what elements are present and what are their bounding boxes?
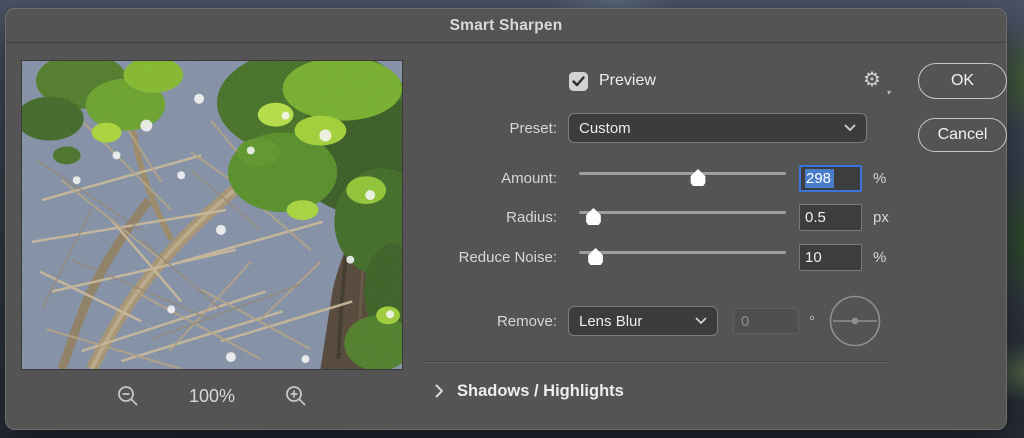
reduce-noise-unit-label: %	[873, 249, 886, 266]
reduce-noise-slider[interactable]	[579, 243, 786, 271]
angle-input-disabled: 0	[733, 308, 799, 334]
chevron-down-icon	[844, 124, 856, 132]
preview-checkbox[interactable]	[569, 72, 588, 91]
radius-label: Radius:	[421, 209, 557, 226]
remove-dropdown[interactable]: Lens Blur	[568, 306, 718, 336]
settings-menu-button[interactable]: ⚙ ▾	[863, 69, 891, 95]
radius-slider-track[interactable]	[579, 211, 786, 214]
gear-icon: ⚙	[863, 69, 881, 91]
section-divider	[421, 361, 891, 362]
amount-slider[interactable]	[579, 164, 786, 192]
cancel-button[interactable]: Cancel	[918, 118, 1007, 152]
checkmark-icon	[572, 76, 585, 87]
amount-row: Amount: 298 %	[421, 164, 891, 192]
preset-dropdown[interactable]: Custom	[568, 113, 867, 143]
zoom-in-icon[interactable]	[284, 384, 308, 408]
zoom-level-label: 100%	[186, 386, 238, 407]
reduce-noise-value-field[interactable]: 10	[799, 244, 862, 271]
amount-value-text: 298	[805, 169, 834, 188]
radius-slider[interactable]	[579, 203, 786, 231]
settings-panel: Preview ⚙ ▾ Preset: Custom Amount: 298	[421, 51, 891, 423]
chevron-down-icon	[695, 317, 707, 325]
chevron-right-icon	[435, 384, 444, 398]
amount-slider-track[interactable]	[579, 172, 786, 175]
preset-label: Preset:	[421, 120, 557, 137]
zoom-out-icon[interactable]	[116, 384, 140, 408]
dialog-title: Smart Sharpen	[6, 9, 1006, 43]
reduce-noise-slider-track[interactable]	[579, 251, 786, 254]
preset-dropdown-value: Custom	[579, 120, 838, 137]
radius-value-field[interactable]: 0.5	[799, 204, 862, 231]
reduce-noise-row: Reduce Noise: 10 %	[421, 243, 891, 271]
preset-row: Preset: Custom	[421, 113, 891, 143]
preview-checkbox-label: Preview	[599, 72, 656, 90]
radius-row: Radius: 0.5 px	[421, 203, 891, 231]
amount-unit-label: %	[873, 170, 886, 187]
remove-dropdown-value: Lens Blur	[579, 313, 689, 330]
amount-value-field[interactable]: 298	[799, 165, 862, 192]
tree-branches-preview-image	[22, 61, 402, 369]
ok-button[interactable]: OK	[918, 63, 1007, 99]
gear-caret-icon: ▾	[887, 88, 891, 97]
shadows-highlights-disclosure[interactable]: Shadows / Highlights	[421, 377, 891, 405]
reduce-noise-value-text: 10	[805, 249, 822, 266]
reduce-noise-label: Reduce Noise:	[421, 249, 557, 266]
preview-zoom-controls: 100%	[21, 381, 403, 411]
degree-symbol: °	[809, 313, 815, 330]
preview-row: Preview ⚙ ▾	[421, 69, 891, 93]
angle-dial-icon	[829, 295, 881, 347]
shadows-highlights-label: Shadows / Highlights	[457, 382, 624, 401]
smart-sharpen-dialog: Smart Sharpen	[5, 8, 1007, 430]
angle-dial-disabled	[829, 295, 881, 347]
amount-label: Amount:	[421, 170, 557, 187]
remove-row: Remove: Lens Blur 0 °	[421, 295, 891, 347]
radius-unit-label: px	[873, 209, 889, 226]
angle-value-text: 0	[741, 313, 749, 330]
image-preview[interactable]	[21, 60, 403, 370]
radius-value-text: 0.5	[805, 209, 826, 226]
remove-label: Remove:	[421, 313, 557, 330]
